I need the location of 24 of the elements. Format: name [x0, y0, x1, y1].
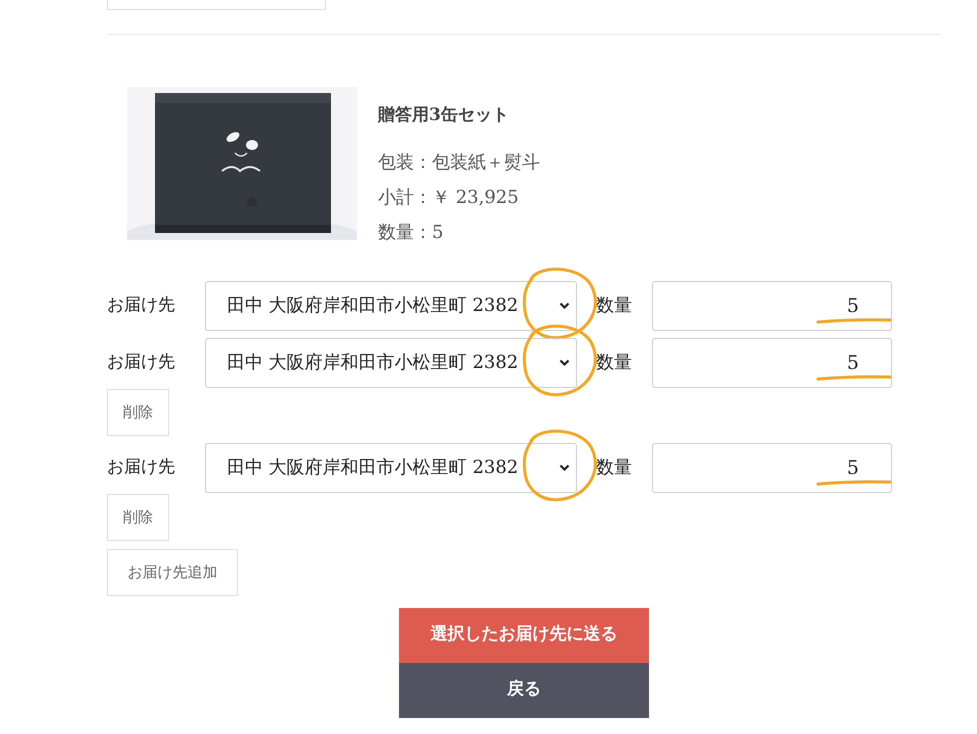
- wrapping-text: 包装：包装紙＋熨斗: [378, 150, 540, 174]
- quantity-input[interactable]: 5: [652, 280, 892, 330]
- add-destination-button[interactable]: お届け先追加: [107, 548, 238, 596]
- product-name: 贈答用3缶セット: [378, 104, 510, 127]
- destination-label: お届け先: [107, 456, 176, 479]
- address-dropdown[interactable]: 田中 大阪府岸和田市小松里町 2382: [205, 338, 577, 388]
- send-button[interactable]: 選択したお届け先に送る: [399, 608, 649, 662]
- quantity-label: 数量: [596, 456, 633, 480]
- quantity-text: 数量：5: [378, 220, 444, 244]
- subtotal-text: 小計：￥ 23,925: [378, 186, 520, 210]
- delete-button[interactable]: 削除: [107, 494, 169, 540]
- address-dropdown[interactable]: 田中 大阪府岸和田市小松里町 2382: [205, 442, 577, 492]
- delete-button[interactable]: 削除: [107, 388, 169, 436]
- chevron-down-icon: [559, 464, 570, 472]
- destination-label: お届け先: [107, 350, 176, 374]
- chevron-down-icon: [559, 358, 570, 366]
- destination-label: お届け先: [107, 294, 176, 317]
- quantity-label: 数量: [596, 351, 633, 375]
- quantity-input[interactable]: 5: [652, 338, 892, 388]
- chevron-down-icon: [559, 302, 570, 310]
- quantity-input[interactable]: 5: [652, 442, 892, 492]
- address-dropdown[interactable]: 田中 大阪府岸和田市小松里町 2382: [205, 280, 577, 330]
- quantity-label: 数量: [596, 294, 633, 318]
- back-button[interactable]: 戻る: [399, 662, 649, 718]
